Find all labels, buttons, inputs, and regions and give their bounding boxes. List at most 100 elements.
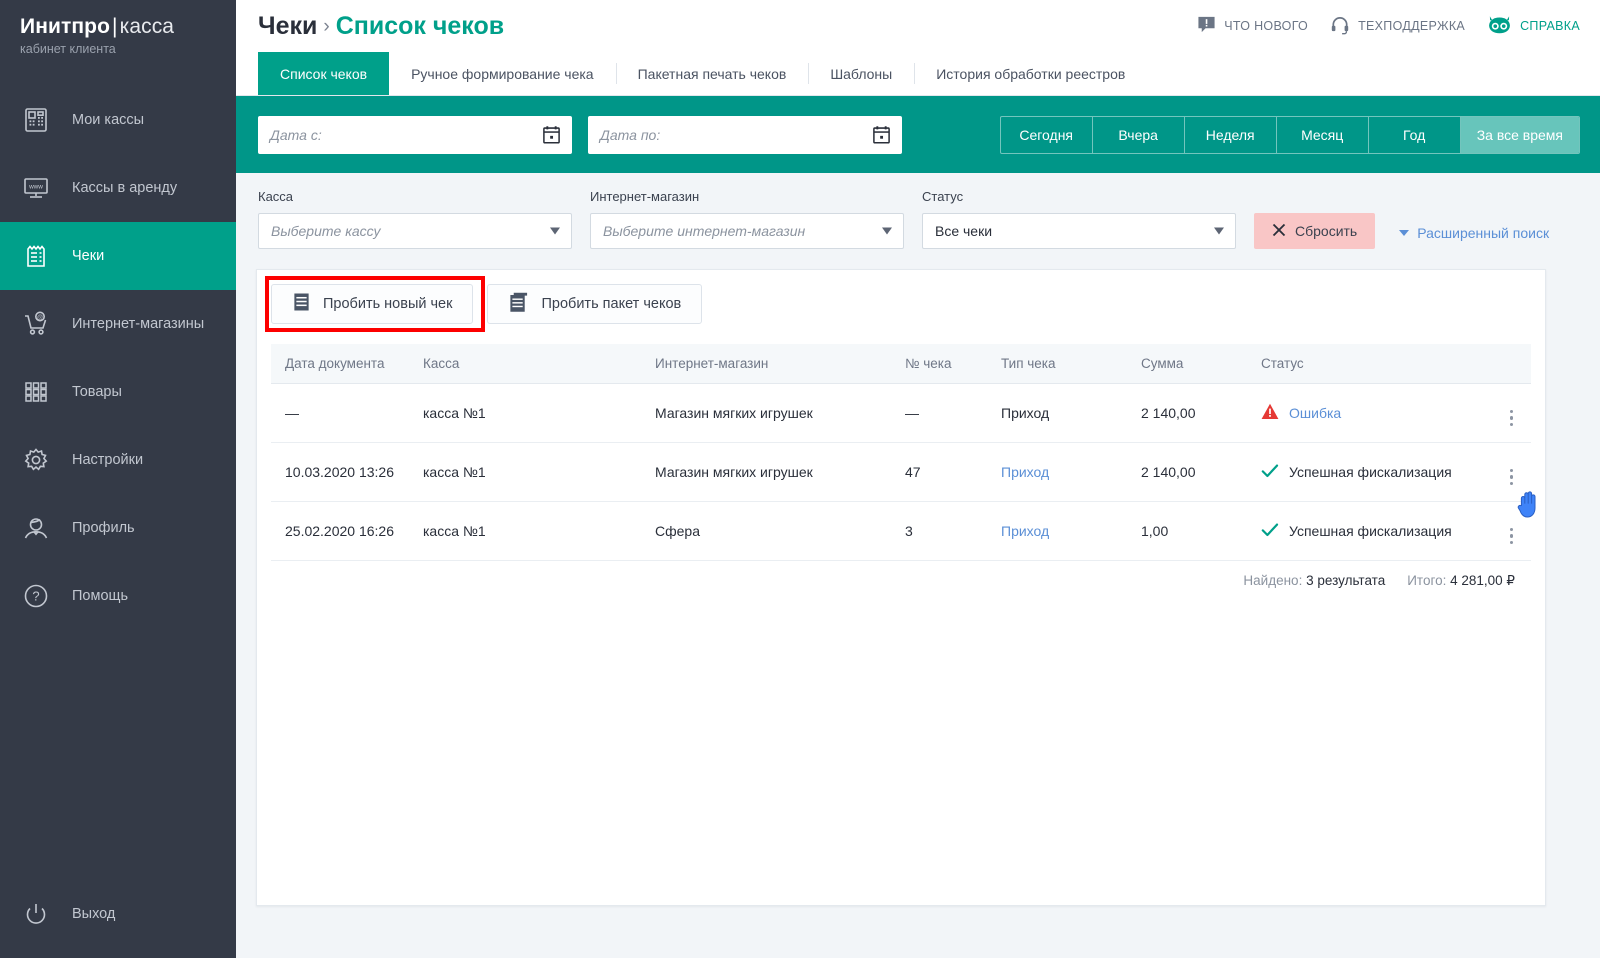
tab-registry-history[interactable]: История обработки реестров	[914, 52, 1147, 95]
speech-bubble-alert-icon	[1197, 15, 1216, 37]
breadcrumb-current: Список чеков	[335, 11, 505, 40]
whats-new-label: ЧТО НОВОГО	[1224, 19, 1309, 33]
sidebar-item-settings[interactable]: Настройки	[0, 426, 236, 494]
gear-icon	[14, 445, 58, 475]
help-reference-link[interactable]: СПРАВКА	[1487, 15, 1580, 38]
col-header-shop[interactable]: Интернет-магазин	[655, 344, 905, 384]
receipts-table: Дата документа Касса Интернет-магазин № …	[271, 344, 1531, 561]
cell-date: 10.03.2020 13:26	[271, 442, 423, 502]
period-yesterday[interactable]: Вчера	[1093, 117, 1185, 153]
sidebar-item-goods[interactable]: Товары	[0, 358, 236, 426]
total-label: Итого:	[1407, 573, 1447, 588]
sidebar-item-label: Кассы в аренду	[72, 180, 178, 196]
sidebar-item-label: Профиль	[72, 520, 135, 536]
status-label: Успешная фискализация	[1289, 464, 1452, 480]
period-year[interactable]: Год	[1369, 117, 1461, 153]
batch-receipt-button[interactable]: Пробить пакет чеков	[487, 284, 703, 324]
support-link[interactable]: ТЕХПОДДЕРЖКА	[1330, 15, 1465, 38]
cell-date: 25.02.2020 16:26	[271, 501, 423, 561]
chevron-down-icon	[1399, 230, 1410, 236]
col-header-date[interactable]: Дата документа	[271, 344, 423, 384]
period-week[interactable]: Неделя	[1185, 117, 1277, 153]
cell-kassa: касса №1	[423, 501, 655, 561]
col-header-sum[interactable]: Сумма	[1141, 344, 1261, 384]
table-body: — касса №1 Магазин мягких игрушек — Прих…	[271, 383, 1531, 561]
shop-select[interactable]: Выберите интернет-магазин	[590, 213, 904, 249]
date-to-input[interactable]: Дата по:	[588, 116, 902, 154]
tab-label: История обработки реестров	[936, 65, 1126, 82]
tab-manual-receipt[interactable]: Ручное формирование чека	[389, 52, 616, 95]
sidebar-item-label: Товары	[72, 384, 122, 400]
tab-templates[interactable]: Шаблоны	[808, 52, 914, 95]
grid-icon	[14, 377, 58, 407]
found-label: Найдено:	[1243, 573, 1303, 588]
sidebar-logout-button[interactable]: Выход	[0, 888, 236, 940]
found-value: 3 результата	[1306, 573, 1386, 588]
cell-row-menu	[1487, 442, 1531, 502]
tab-batch-print[interactable]: Пакетная печать чеков	[615, 52, 809, 95]
breadcrumb-root[interactable]: Чеки	[258, 12, 317, 40]
cell-status: Успешная фискализация	[1261, 442, 1487, 502]
cell-shop: Магазин мягких игрушек	[655, 383, 905, 443]
cell-number: —	[905, 383, 1001, 443]
question-circle-icon: ?	[14, 581, 58, 611]
main-area: Чеки › Список чеков ЧТО НОВОГО ТЕХПОДДЕР…	[236, 0, 1600, 958]
status-badge: Успешная фискализация	[1261, 463, 1479, 482]
tab-receipt-list[interactable]: Список чеков	[258, 52, 390, 95]
found-summary: Найдено: 3 результата	[1243, 573, 1385, 589]
receipt-type-link[interactable]: Приход	[1001, 523, 1049, 539]
period-month[interactable]: Месяц	[1277, 117, 1369, 153]
period-all-time[interactable]: За все время	[1460, 117, 1579, 153]
owl-icon	[1487, 15, 1512, 38]
total-summary: Итого: 4 281,00 ₽	[1407, 573, 1515, 589]
whats-new-link[interactable]: ЧТО НОВОГО	[1197, 15, 1308, 37]
kassa-filter: Касса Выберите кассу	[258, 189, 572, 249]
check-icon	[1261, 463, 1279, 482]
sidebar-item-my-cash-registers[interactable]: Мои кассы	[0, 86, 236, 154]
svg-text:@: @	[37, 315, 43, 321]
cell-status: Ошибка	[1261, 383, 1487, 443]
status-filter: Статус Все чеки	[922, 189, 1236, 249]
table-row[interactable]: — касса №1 Магазин мягких игрушек — Прих…	[271, 383, 1531, 443]
status-label[interactable]: Ошибка	[1289, 405, 1341, 421]
table-row[interactable]: 10.03.2020 13:26 касса №1 Магазин мягких…	[271, 442, 1531, 502]
col-header-number[interactable]: № чека	[905, 344, 1001, 384]
brand-title: Инитпро|касса	[20, 14, 236, 39]
tab-label: Пакетная печать чеков	[637, 65, 787, 82]
close-x-icon	[1272, 223, 1286, 240]
cart-at-icon: @	[14, 309, 58, 339]
kebab-menu-icon[interactable]	[1509, 527, 1524, 544]
date-from-input[interactable]: Дата с:	[258, 116, 572, 154]
status-select[interactable]: Все чеки	[922, 213, 1236, 249]
shop-select-value: Выберите интернет-магазин	[603, 223, 806, 239]
kebab-menu-icon[interactable]	[1509, 468, 1524, 485]
kassa-select[interactable]: Выберите кассу	[258, 213, 572, 249]
col-header-type[interactable]: Тип чека	[1001, 344, 1141, 384]
period-today[interactable]: Сегодня	[1001, 117, 1093, 153]
col-header-status[interactable]: Статус	[1261, 344, 1487, 384]
receipt-icon	[14, 241, 58, 271]
topbar: Чеки › Список чеков ЧТО НОВОГО ТЕХПОДДЕР…	[236, 0, 1600, 52]
new-receipt-button[interactable]: Пробить новый чек	[271, 284, 474, 324]
reset-filters-button[interactable]: Сбросить	[1254, 213, 1376, 249]
sidebar-item-rented-cash-registers[interactable]: www Кассы в аренду	[0, 154, 236, 222]
table-row[interactable]: 25.02.2020 16:26 касса №1 Сфера 3 Приход…	[271, 501, 1531, 561]
receipt-type-link[interactable]: Приход	[1001, 464, 1049, 480]
shop-filter-label: Интернет-магазин	[590, 189, 700, 204]
period-label: Вчера	[1118, 127, 1158, 143]
period-button-group: Сегодня Вчера Неделя Месяц Год За все вр…	[999, 116, 1580, 154]
calendar-icon[interactable]	[542, 125, 561, 145]
col-header-kassa[interactable]: Касса	[423, 344, 655, 384]
advanced-search-toggle[interactable]: Расширенный поиск	[1399, 225, 1549, 249]
cell-shop: Сфера	[655, 501, 905, 561]
sidebar-item-help[interactable]: ? Помощь	[0, 562, 236, 630]
calendar-icon[interactable]	[872, 125, 891, 145]
sidebar-item-profile[interactable]: Профиль	[0, 494, 236, 562]
cell-type: Приход	[1001, 501, 1141, 561]
sidebar-item-online-shops[interactable]: @ Интернет-магазины	[0, 290, 236, 358]
cell-kassa: касса №1	[423, 442, 655, 502]
date-to-placeholder: Дата по:	[600, 127, 661, 143]
kebab-menu-icon[interactable]	[1509, 409, 1524, 426]
batch-receipt-label: Пробить пакет чеков	[541, 296, 682, 312]
sidebar-item-receipts[interactable]: Чеки	[0, 222, 236, 290]
